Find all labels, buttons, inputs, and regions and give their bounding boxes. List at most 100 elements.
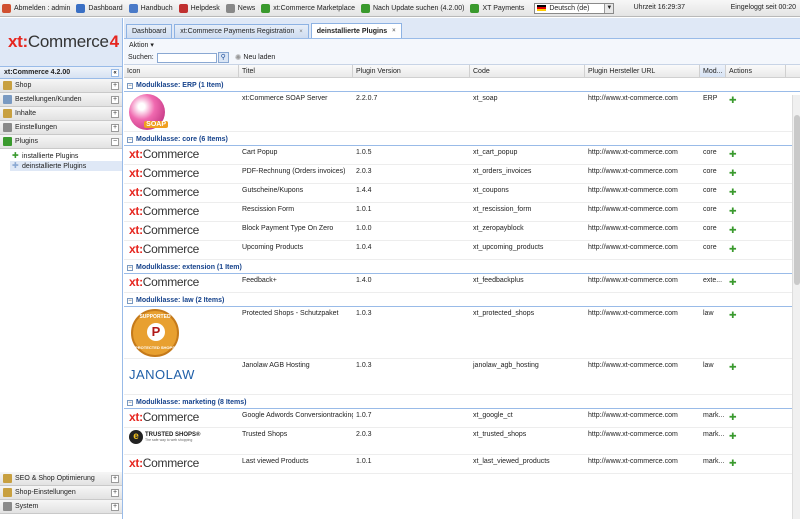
scrollbar-thumb[interactable] xyxy=(794,115,800,285)
sidebar-section[interactable]: Bestellungen/Kunden + xyxy=(0,93,122,107)
install-puzzle-icon[interactable]: ✚ xyxy=(729,225,737,235)
install-puzzle-icon[interactable]: ✚ xyxy=(729,187,737,197)
expand-section-button[interactable]: + xyxy=(111,475,119,483)
actions-cell: ✚ xyxy=(726,307,786,358)
group-header[interactable]: − Modulklasse: law (2 Items) xyxy=(124,293,800,307)
version-text: xt:Commerce 4.2.00 xyxy=(4,69,71,76)
close-icon[interactable]: × xyxy=(299,29,303,35)
table-row[interactable]: xt:Commerce Feedback+ 1.4.0 xt_feedbackplus… xyxy=(124,274,800,293)
tab[interactable]: xt:Commerce Payments Registration × xyxy=(174,24,309,38)
title-cell: xt:Commerce SOAP Server xyxy=(242,95,328,102)
collapse-group-button[interactable]: − xyxy=(127,298,133,304)
language-select[interactable]: Deutsch (de) ▼ xyxy=(534,2,615,14)
collapse-group-button[interactable]: − xyxy=(127,137,133,143)
expand-section-button[interactable]: + xyxy=(111,96,119,104)
clock-text: Uhrzeit 16:29:37 xyxy=(633,4,685,11)
action-menu[interactable]: Aktion ▾ xyxy=(124,39,800,51)
sidebar-section[interactable]: System + xyxy=(0,500,122,514)
expand-section-button[interactable]: + xyxy=(111,124,119,132)
column-header[interactable]: Code xyxy=(470,65,585,77)
module-cell: core xyxy=(703,149,717,156)
table-row[interactable]: e TRUSTED SHOPS® The safe way to web shopp… xyxy=(124,428,800,455)
toolbar-item[interactable]: Helpdesk xyxy=(178,1,220,16)
table-row[interactable]: xt:Commerce PDF-Rechnung (Orders invoices… xyxy=(124,165,800,184)
sidebar-section-label: Shop xyxy=(15,82,32,89)
column-header[interactable]: Icon xyxy=(124,65,239,77)
toolbar-item[interactable]: XT Payments xyxy=(470,1,524,16)
table-row[interactable]: SUPPORTED P PROTECTED SHOPS Protected Shops… xyxy=(124,307,800,359)
table-row[interactable]: xt:Commerce Block Payment Type On Zero 1.0… xyxy=(124,222,800,241)
toolbar-item[interactable]: Nach Update suchen (4.2.00) xyxy=(361,1,464,16)
group-header[interactable]: − Modulklasse: marketing (8 Items) xyxy=(124,395,800,409)
tab[interactable]: Dashboard xyxy=(126,24,173,38)
group-header[interactable]: − Modulklasse: extension (1 Item) xyxy=(124,260,800,274)
group-header[interactable]: − Modulklasse: core (6 Items) xyxy=(124,132,800,146)
sidebar-section[interactable]: Shop + xyxy=(0,79,122,93)
sidebar-section[interactable]: Inhalte + xyxy=(0,107,122,121)
search-input[interactable] xyxy=(156,52,217,63)
expand-section-button[interactable]: + xyxy=(111,110,119,118)
expand-section-button[interactable]: + xyxy=(111,503,119,511)
column-header[interactable]: Plugin Version xyxy=(353,65,470,77)
column-header[interactable]: Titel xyxy=(239,65,353,77)
column-header[interactable]: Mod... xyxy=(700,65,726,77)
expand-section-button[interactable]: + xyxy=(111,82,119,90)
table-row[interactable]: xt:Commerce Cart Popup 1.0.5 xt_cart_popup h… xyxy=(124,146,800,165)
expand-section-button[interactable]: + xyxy=(111,489,119,497)
sidebar-section-plugins[interactable]: Plugins − xyxy=(0,135,122,149)
collapse-sidebar-button[interactable]: « xyxy=(111,69,119,77)
install-puzzle-icon[interactable]: ✚ xyxy=(729,95,737,105)
action-menu-label[interactable]: Aktion ▾ xyxy=(129,41,154,49)
table-row[interactable]: JANOLAW Janolaw AGB Hosting 1.0.3 janolaw_a… xyxy=(124,359,800,395)
sidebar-section[interactable]: Einstellungen + xyxy=(0,121,122,135)
logout-icon xyxy=(2,3,11,13)
close-icon[interactable]: × xyxy=(392,28,396,34)
install-puzzle-icon[interactable]: ✚ xyxy=(729,149,737,159)
collapse-group-button[interactable]: − xyxy=(127,400,133,406)
install-puzzle-icon[interactable]: ✚ xyxy=(729,277,737,287)
table-row[interactable]: xt:Commerce Google Adwords Conversiontrac… xyxy=(124,409,800,428)
install-puzzle-icon[interactable]: ✚ xyxy=(729,244,737,254)
janolaw-logo: JANOLAW xyxy=(129,367,195,382)
sidebar-section[interactable]: Shop-Einstellungen + xyxy=(0,486,122,500)
tab[interactable]: deinstallierte Plugins × xyxy=(310,23,402,38)
tree-item-installed-plugins[interactable]: ✚ installierte Plugins xyxy=(10,151,122,161)
logo-word: Commerce xyxy=(142,410,200,424)
payments-icon xyxy=(470,3,480,13)
install-puzzle-icon[interactable]: ✚ xyxy=(729,168,737,178)
toolbar-item[interactable]: xt:Commerce Marketplace xyxy=(261,1,355,16)
sidebar-section[interactable]: SEO & Shop Optimierung + xyxy=(0,472,122,486)
collapse-group-button[interactable]: − xyxy=(127,83,133,89)
table-row[interactable]: xt:Commerce Gutscheine/Kupons 1.4.4 xt_coup… xyxy=(124,184,800,203)
install-puzzle-icon[interactable]: ✚ xyxy=(729,310,737,320)
chevron-down-icon[interactable]: ▼ xyxy=(604,3,614,13)
actions-cell: ✚ xyxy=(726,274,786,292)
toolbar-item[interactable]: Abmelden : admin xyxy=(2,1,70,16)
collapse-section-button[interactable]: − xyxy=(111,138,119,146)
table-row[interactable]: SOAP xt:Commerce SOAP Server 2.2.0.7 xt_soa… xyxy=(124,92,800,132)
install-puzzle-icon[interactable]: ✚ xyxy=(729,206,737,216)
logo-prefix: xt xyxy=(129,223,140,237)
column-header[interactable]: Plugin Hersteller URL xyxy=(585,65,700,77)
column-header[interactable]: Actions xyxy=(726,65,786,77)
grid-scrollbar[interactable] xyxy=(792,95,800,519)
toolbar-item[interactable]: Handbuch xyxy=(128,1,173,16)
reload-icon: ✺ xyxy=(234,53,242,62)
search-icon[interactable]: ⚲ xyxy=(217,52,229,63)
soap-icon: SOAP xyxy=(129,94,168,130)
toolbar-item[interactable]: Dashboard xyxy=(76,1,123,16)
install-puzzle-icon[interactable]: ✚ xyxy=(729,431,737,441)
reload-button[interactable]: ✺ Neu laden xyxy=(235,53,276,62)
group-header[interactable]: − Modulklasse: ERP (1 Item) xyxy=(124,78,800,92)
table-row[interactable]: xt:Commerce Rescission Form 1.0.1 xt_rescis… xyxy=(124,203,800,222)
install-puzzle-icon[interactable]: ✚ xyxy=(729,362,737,372)
actions-cell: ✚ xyxy=(726,184,786,202)
toolbar-item[interactable]: News xyxy=(225,1,255,16)
collapse-group-button[interactable]: − xyxy=(127,265,133,271)
install-puzzle-icon[interactable]: ✚ xyxy=(729,412,737,422)
tree-item-uninstalled-plugins[interactable]: ✚ deinstallierte Plugins xyxy=(10,161,122,171)
table-row[interactable]: xt:Commerce Upcoming Products 1.0.4 xt_upco… xyxy=(124,241,800,260)
install-puzzle-icon[interactable]: ✚ xyxy=(729,458,737,468)
table-row[interactable]: xt:Commerce Last viewed Products 1.0.1 xt_l… xyxy=(124,455,800,474)
icon-cell: xt:Commerce xyxy=(124,184,239,202)
